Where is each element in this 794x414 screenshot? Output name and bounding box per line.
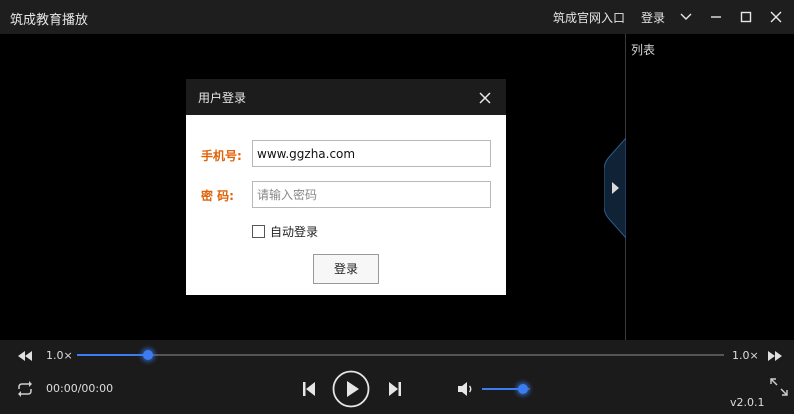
- maximize-icon[interactable]: [735, 6, 757, 28]
- dialog-header: 用户登录: [186, 79, 506, 115]
- app-title: 筑成教育播放: [10, 13, 89, 28]
- login-dialog: 用户登录 手机号: 密 码: 自动登录 登录: [186, 79, 506, 295]
- control-bar: 1.0× 1.0× 00:00/00:00 v2.0.1: [0, 340, 794, 414]
- fullscreen-icon[interactable]: [768, 376, 790, 402]
- rewind-icon[interactable]: [16, 348, 34, 367]
- chevron-down-icon[interactable]: [675, 6, 697, 28]
- speed-label-left: 1.0×: [46, 349, 73, 362]
- progress-bar[interactable]: [77, 350, 724, 360]
- next-icon[interactable]: [387, 380, 403, 402]
- auto-login-label[interactable]: 自动登录: [270, 223, 318, 240]
- phone-input[interactable]: [252, 140, 491, 167]
- previous-icon[interactable]: [301, 380, 317, 402]
- fast-forward-icon[interactable]: [766, 348, 784, 367]
- phone-label: 手机号:: [201, 149, 242, 163]
- volume-handle[interactable]: [517, 384, 528, 394]
- progress-fill: [77, 354, 149, 356]
- play-button[interactable]: [332, 370, 370, 412]
- password-label: 密 码:: [201, 189, 234, 203]
- playlist-title: 列表: [631, 43, 656, 57]
- volume-slider[interactable]: [482, 384, 530, 394]
- playlist-toggle-tab[interactable]: [603, 136, 627, 240]
- title-bar: 筑成教育播放 筑成官网入口 登录: [0, 0, 794, 34]
- version-label: v2.0.1: [730, 396, 765, 409]
- login-link[interactable]: 登录: [641, 9, 665, 26]
- volume-fill: [482, 388, 523, 390]
- loop-icon[interactable]: [16, 381, 34, 401]
- close-icon[interactable]: [765, 6, 787, 28]
- volume-icon[interactable]: [456, 380, 474, 402]
- minimize-icon[interactable]: [705, 6, 727, 28]
- playlist-panel: 列表: [625, 34, 794, 340]
- website-link[interactable]: 筑成官网入口: [553, 9, 625, 26]
- dialog-close-icon[interactable]: [478, 90, 492, 104]
- password-input[interactable]: [252, 181, 491, 208]
- speed-label-right: 1.0×: [732, 349, 759, 362]
- login-submit-button[interactable]: 登录: [313, 254, 379, 284]
- auto-login-checkbox[interactable]: [252, 225, 265, 238]
- dialog-title: 用户登录: [198, 91, 247, 105]
- progress-handle[interactable]: [143, 350, 154, 360]
- time-display: 00:00/00:00: [46, 382, 114, 395]
